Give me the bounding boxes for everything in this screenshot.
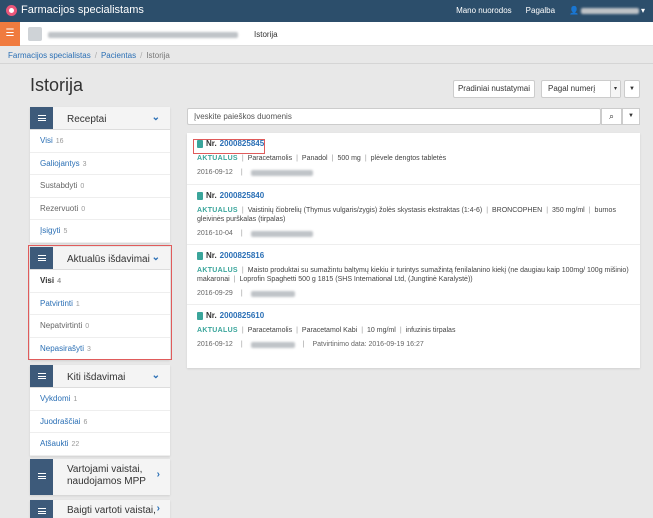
user-menu[interactable]: 👤 ▾ [569, 6, 645, 15]
hamburger-icon: ☰ [5, 28, 15, 39]
caret-down-icon: ▾ [640, 6, 645, 15]
panel-title: Receptai [67, 114, 107, 125]
filter-all[interactable]: Visi 16 [30, 130, 170, 153]
top-navbar: Farmacijos specialistams Mano nuorodos P… [0, 0, 653, 22]
list-icon [30, 107, 53, 129]
breadcrumb: Farmacijos specialistas / Pacientas / Istori… [8, 51, 170, 60]
filter-acquired[interactable]: Įsigyti 5 [30, 220, 170, 243]
user-name-blurred [580, 7, 639, 14]
caret-down-icon: ▼ [628, 113, 634, 119]
date: 2016-09-29 [197, 290, 233, 297]
number-label: Nr. [206, 311, 217, 320]
list-item[interactable]: Nr. 2000825610 AKTUALUS | Paracetamolis | Par… [187, 305, 640, 357]
reset-defaults-button[interactable]: Pradiniai nustatymai [453, 80, 535, 98]
confirmation-date: Patvirtinimo data: 2016-09-19 16:27 [312, 341, 424, 348]
page-title: Istorija [30, 75, 84, 95]
prescription-number[interactable]: 2000825610 [220, 311, 265, 320]
date: 2016-10-04 [197, 230, 233, 237]
list-item[interactable]: Nr. 2000825840 AKTUALUS | Vaistinių čiobrel… [187, 185, 640, 245]
patient-bar: ☰ Istorija [0, 22, 653, 46]
list-icon [30, 365, 53, 387]
user-icon: 👤 [569, 6, 579, 15]
list-item[interactable]: Nr. 2000825816 AKTUALUS | Maisto produktai … [187, 245, 640, 305]
prescriber-blurred [250, 290, 295, 297]
breadcrumb-patient[interactable]: Pacientas [101, 51, 136, 60]
search-options-button[interactable]: ▼ [622, 108, 640, 125]
chevron-down-icon[interactable]: ⌄ [152, 112, 160, 123]
chevron-right-icon[interactable]: › [157, 503, 160, 514]
sort-select[interactable]: Pagal numerį ▾ [541, 80, 621, 98]
patient-name-blurred [48, 31, 238, 40]
list-icon [30, 500, 53, 518]
search-button[interactable]: ⌕ [601, 108, 622, 125]
divider [0, 63, 653, 64]
brand[interactable]: Farmacijos specialistams [6, 4, 144, 16]
filter-cancelled[interactable]: Atšaukti 22 [30, 433, 170, 456]
highlight-box [193, 139, 265, 154]
caret-down-icon: ▼ [629, 86, 635, 92]
hamburger-menu-button[interactable]: ☰ [0, 22, 20, 46]
status-badge: AKTUALUS [197, 155, 238, 162]
prescription-number[interactable]: 2000825840 [220, 191, 265, 200]
chevron-right-icon[interactable]: › [157, 469, 160, 480]
status-badge: AKTUALUS [197, 327, 238, 334]
filter-reserved[interactable]: Rezervuoti 0 [30, 198, 170, 220]
number-label: Nr. [206, 191, 217, 200]
prescription-number[interactable]: 2000825816 [220, 251, 265, 260]
prescriptions-panel: Receptai ⌄ Visi 16 Galiojantys 3 Sustabdyt… [30, 107, 170, 243]
logo-icon [6, 4, 17, 16]
list-icon [30, 459, 53, 495]
status-badge: AKTUALUS [197, 267, 238, 274]
panel-header[interactable]: Receptai ⌄ [30, 107, 170, 130]
my-links-link[interactable]: Mano nuorodos [456, 6, 512, 15]
search-icon: ⌕ [608, 111, 615, 121]
select-arrow-icon: ▾ [610, 81, 620, 97]
other-dispensations-panel: Kiti išdavimai ⌄ Vykdomi 1 Juodraščiai 6 A… [30, 365, 170, 456]
status-badge: AKTUALUS [197, 207, 238, 214]
sort-value: Pagal numerį [548, 84, 596, 93]
panel-title: Vartojami vaistai, naudojamos MPP [67, 464, 146, 487]
chevron-down-icon[interactable]: ⌄ [152, 370, 160, 381]
panel-title: Kiti išdavimai [67, 372, 126, 383]
panel-header[interactable]: Kiti išdavimai ⌄ [30, 365, 170, 388]
date: 2016-09-12 [197, 169, 233, 176]
document-icon [197, 251, 203, 260]
patient-avatar [28, 27, 42, 41]
context-title: Istorija [254, 30, 278, 39]
help-link[interactable]: Pagalba [526, 6, 555, 15]
breadcrumb-pharmacist[interactable]: Farmacijos specialistas [8, 51, 91, 60]
sort-direction-button[interactable]: ▼ [624, 80, 640, 98]
app-title: Farmacijos specialistams [21, 4, 144, 16]
prescriber-blurred [250, 341, 295, 348]
filter-suspended[interactable]: Sustabdyti 0 [30, 175, 170, 198]
date: 2016-09-12 [197, 341, 233, 348]
filter-in-progress[interactable]: Vykdomi 1 [30, 388, 170, 411]
breadcrumb-history: Istorija [146, 51, 170, 60]
prescriber-blurred [250, 230, 313, 237]
document-icon [197, 191, 203, 200]
highlight-box [28, 245, 172, 360]
number-label: Nr. [206, 251, 217, 260]
search-input[interactable]: Įveskite paieškos duomenis [187, 108, 601, 125]
filter-valid[interactable]: Galiojantys 3 [30, 153, 170, 175]
document-icon [197, 311, 203, 320]
used-medicines-panel[interactable]: Vartojami vaistai, naudojamos MPP › [30, 459, 170, 495]
prescription-list: Nr. 2000825845 AKTUALUS | Paracetamolis | Pan… [187, 133, 640, 368]
prescriber-blurred [250, 169, 313, 176]
panel-title: Baigti vartoti vaistai, [67, 505, 156, 516]
filter-drafts[interactable]: Juodraščiai 6 [30, 411, 170, 433]
finished-medicines-panel[interactable]: Baigti vartoti vaistai, › [30, 500, 170, 518]
